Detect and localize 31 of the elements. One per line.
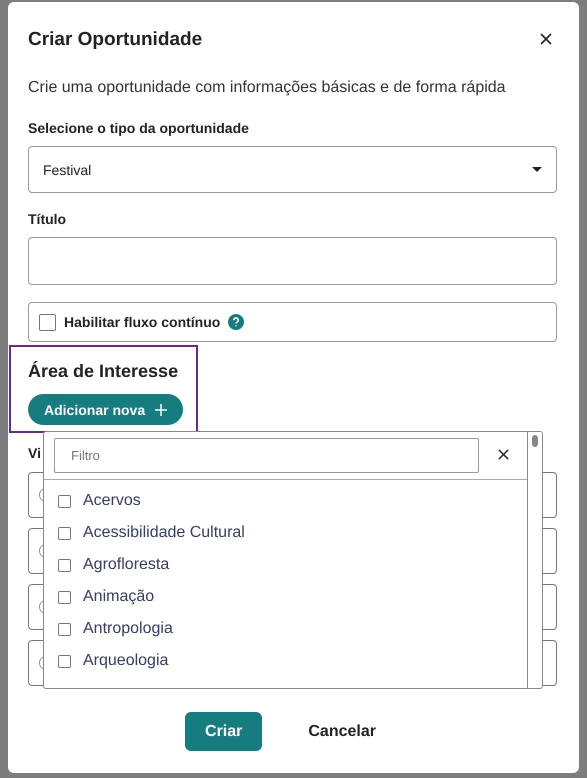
field-label: Vi <box>28 444 41 462</box>
dialog-subtitle: Crie uma oportunidade com informações básicas e de forma rápida <box>28 78 507 98</box>
checkbox[interactable] <box>58 526 71 540</box>
title-input[interactable] <box>28 237 557 285</box>
close-icon <box>497 448 510 460</box>
checkbox[interactable] <box>58 590 71 604</box>
checkbox[interactable] <box>58 494 71 508</box>
close-icon <box>539 32 553 46</box>
checkbox[interactable] <box>58 654 71 668</box>
cancel-button[interactable]: Cancelar <box>284 712 400 751</box>
option-label[interactable]: Agrofloresta <box>83 556 170 574</box>
option-label[interactable]: Antropologia <box>83 620 173 638</box>
field-label: Título <box>28 210 66 228</box>
checkbox[interactable] <box>39 314 56 330</box>
help-icon[interactable] <box>228 314 244 330</box>
plus-icon <box>155 404 168 416</box>
option-label[interactable]: Acessibilidade Cultural <box>83 524 245 542</box>
option-label[interactable]: Arqueologia <box>83 652 168 670</box>
dialog-title: Criar Oportunidade <box>28 29 202 51</box>
add-button[interactable]: Adicionar nova <box>28 394 184 425</box>
checkbox-label: Habilitar fluxo contínuo <box>64 314 220 330</box>
caret-icon <box>532 167 542 172</box>
create-button[interactable]: Criar <box>185 712 262 751</box>
type-select[interactable]: Festival <box>28 146 557 193</box>
field-label: Selecione o tipo da oportunidade <box>28 119 249 137</box>
option-label[interactable]: Acervos <box>83 492 141 510</box>
option-label[interactable]: Animação <box>83 588 154 606</box>
filter-field[interactable]: Filtro <box>54 438 479 473</box>
checkbox[interactable] <box>58 558 71 572</box>
checkbox[interactable] <box>58 622 71 636</box>
section-heading: Área de Interesse <box>28 360 180 383</box>
